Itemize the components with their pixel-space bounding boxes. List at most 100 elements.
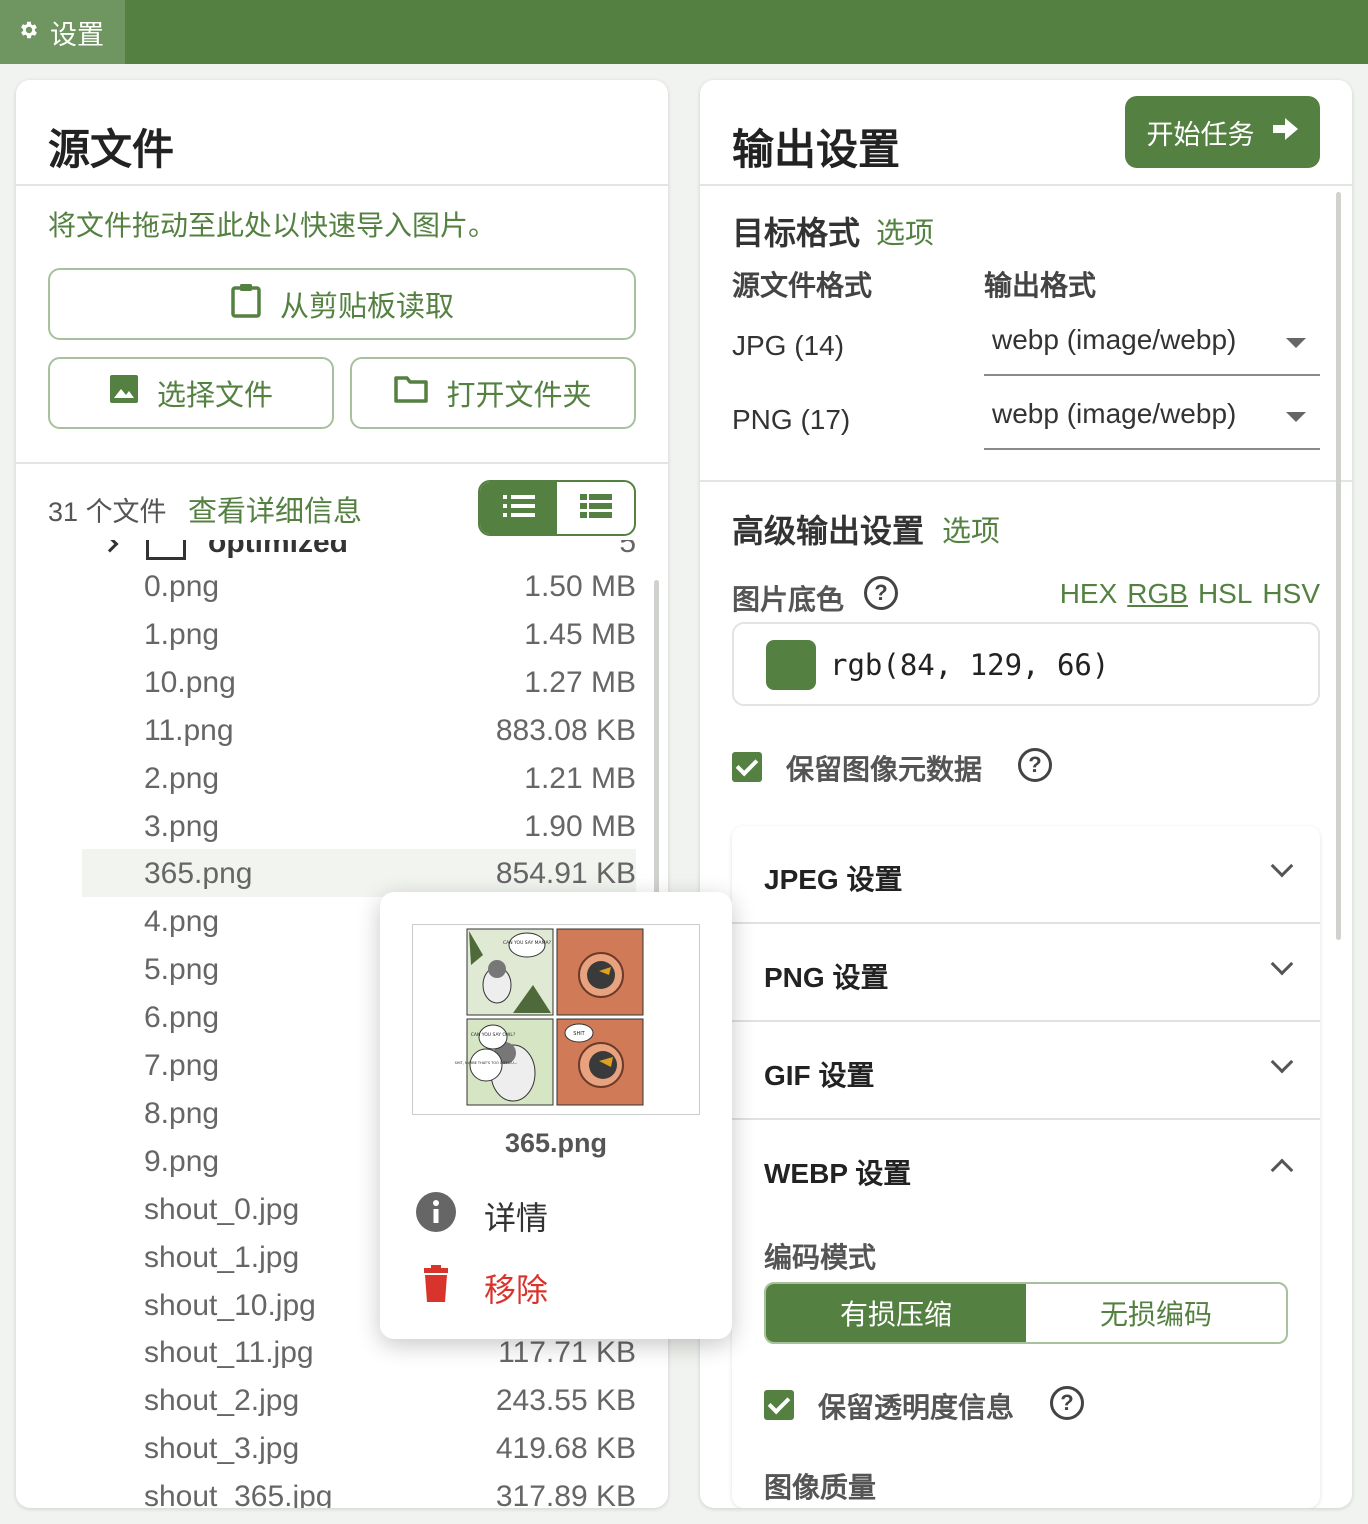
file-size: 243.55 KB [495, 1384, 636, 1418]
file-row[interactable]: shout_2.jpg 243.55 KB [82, 1376, 636, 1424]
advanced-settings-title: 高级输出设置 [732, 513, 925, 549]
view-toggle [478, 480, 636, 536]
file-row[interactable]: 1.png 1.45 MB [82, 610, 636, 658]
gif-settings-header[interactable]: GIF 设置 [732, 1022, 1320, 1120]
file-name: 1.png [144, 617, 220, 651]
color-mode-hex[interactable]: HEX [1060, 578, 1118, 610]
bg-color-input[interactable]: rgb(84, 129, 66) [732, 622, 1320, 706]
color-mode-rgb[interactable]: RGB [1127, 578, 1188, 610]
file-row[interactable]: 11.png 883.08 KB [82, 706, 636, 754]
select-files-button[interactable]: 选择文件 [48, 357, 334, 429]
popup-file-name: 365.png [504, 1128, 608, 1158]
encoding-mode-label: 编码模式 [764, 1242, 877, 1273]
file-row[interactable]: 10.png 1.27 MB [82, 658, 636, 706]
quality-label: 图像质量 [764, 1472, 877, 1503]
file-name: shout_11.jpg [144, 1336, 314, 1370]
panel-title: 输出设置 [732, 126, 901, 173]
keep-alpha-label: 保留透明度信息 [818, 1392, 1015, 1423]
divider [700, 480, 1352, 482]
file-name: shout_10.jpg [144, 1288, 316, 1322]
dropdown-caret-icon [1286, 412, 1306, 422]
chevron-up-icon [1270, 1158, 1294, 1182]
chevron-right-icon [101, 540, 119, 553]
lossy-option[interactable]: 有损压缩 [766, 1284, 1026, 1342]
details-menu-item[interactable]: 详情 [416, 1186, 706, 1246]
file-row[interactable]: 365.png 854.91 KB [82, 849, 636, 898]
file-size: 1.21 MB [524, 761, 636, 795]
folder-icon [394, 375, 429, 411]
trash-icon [416, 1264, 456, 1312]
top-bar: 设置 [0, 0, 1368, 64]
file-row[interactable]: 2.png 1.21 MB [82, 754, 636, 802]
color-mode-hsl[interactable]: HSL [1198, 578, 1252, 610]
lossless-option[interactable]: 无损编码 [1026, 1284, 1286, 1342]
details-link[interactable]: 查看详细信息 [188, 488, 362, 530]
divider [16, 184, 668, 186]
list-icon [502, 494, 535, 522]
settings-tab[interactable]: 设置 [0, 0, 125, 64]
target-format-options-link[interactable]: 选项 [876, 210, 934, 252]
help-icon[interactable]: ? [864, 576, 898, 610]
png-settings-header[interactable]: PNG 设置 [732, 924, 1320, 1022]
file-list-scrollbar[interactable] [654, 580, 659, 910]
drop-hint: 将文件拖动至此处以快速导入图片。 [48, 210, 497, 241]
advanced-options-link[interactable]: 选项 [942, 508, 1000, 550]
start-task-button[interactable]: 开始任务 [1125, 96, 1320, 168]
file-name: 8.png [144, 1096, 220, 1130]
speech-bubble-text: CAN YOU SAY MAMA? [503, 940, 552, 946]
file-size: 1.90 MB [524, 809, 636, 843]
select-files-label: 选择文件 [156, 380, 273, 412]
file-row[interactable]: shout_3.jpg 419.68 KB [82, 1424, 636, 1472]
color-value: rgb(84, 129, 66) [830, 648, 1110, 682]
gear-icon [18, 17, 40, 48]
color-swatch[interactable] [766, 640, 816, 690]
remove-label: 移除 [484, 1272, 549, 1308]
output-settings-panel: 输出设置 开始任务 目标格式 选项 源文件格式 输出格式 JPG (14) we… [700, 80, 1352, 1508]
file-row[interactable]: shout_365.jpg 317.89 KB [82, 1472, 636, 1508]
help-icon[interactable]: ? [1018, 748, 1052, 782]
webp-settings-header[interactable]: WEBP 设置 [732, 1120, 1320, 1218]
file-name: 4.png [144, 905, 220, 939]
webp-settings-title: WEBP 设置 [764, 1158, 912, 1189]
clipboard-button[interactable]: 从剪贴板读取 [48, 268, 636, 340]
jpeg-settings-title: JPEG 设置 [764, 864, 903, 895]
detail-view-button[interactable] [557, 482, 634, 534]
file-name: 365.png [144, 857, 253, 891]
chevron-down-icon [1270, 952, 1294, 976]
color-mode-hsv[interactable]: HSV [1262, 578, 1320, 610]
jpeg-settings-header[interactable]: JPEG 设置 [732, 826, 1320, 924]
file-thumbnail: CAN YOU SAY MAMA? CAN YOU SAY OWL? SHIT,… [412, 924, 700, 1115]
settings-scrollbar[interactable] [1336, 192, 1341, 940]
details-label: 详情 [484, 1200, 549, 1236]
file-name: shout_2.jpg [144, 1384, 300, 1418]
format-settings-accordion: JPEG 设置 PNG 设置 GIF 设置 WEBP 设置 编码模式 有损压缩 … [732, 826, 1320, 1508]
file-size: 883.08 KB [495, 713, 636, 747]
output-format-select-jpg[interactable]: webp (image/webp) [984, 316, 1320, 376]
table-list-icon [579, 493, 612, 523]
output-format-header: 输出格式 [984, 270, 1097, 301]
file-name: shout_3.jpg [144, 1432, 300, 1466]
output-format-select-png[interactable]: webp (image/webp) [984, 390, 1320, 450]
png-settings-title: PNG 设置 [764, 962, 889, 993]
file-name: 5.png [144, 953, 220, 987]
remove-menu-item[interactable]: 移除 [416, 1258, 706, 1318]
file-name: 7.png [144, 1049, 220, 1082]
list-view-button[interactable] [480, 482, 557, 534]
source-format-jpg: JPG (14) [732, 330, 845, 361]
chevron-down-icon [1270, 854, 1294, 878]
file-row[interactable]: 0.png 1.50 MB [82, 562, 636, 610]
file-count: 31 个文件 [48, 497, 167, 527]
file-row[interactable]: 3.png 1.90 MB [82, 802, 636, 850]
source-format-header: 源文件格式 [732, 270, 873, 301]
encoding-mode-toggle: 有损压缩 无损编码 [764, 1282, 1288, 1344]
keep-metadata-checkbox[interactable] [732, 752, 762, 782]
help-icon[interactable]: ? [1050, 1386, 1084, 1420]
file-size: 117.71 KB [498, 1336, 636, 1370]
file-name: 6.png [144, 1001, 220, 1035]
clipboard-icon [230, 282, 262, 326]
keep-alpha-checkbox[interactable] [764, 1390, 794, 1420]
speech-bubble-text: SHIT, MAYBE THAT'S TOO DIFFICU— [455, 1061, 518, 1065]
keep-metadata-label: 保留图像元数据 [786, 754, 983, 785]
file-size: 317.89 KB [495, 1480, 636, 1508]
open-folder-button[interactable]: 打开文件夹 [350, 357, 636, 429]
